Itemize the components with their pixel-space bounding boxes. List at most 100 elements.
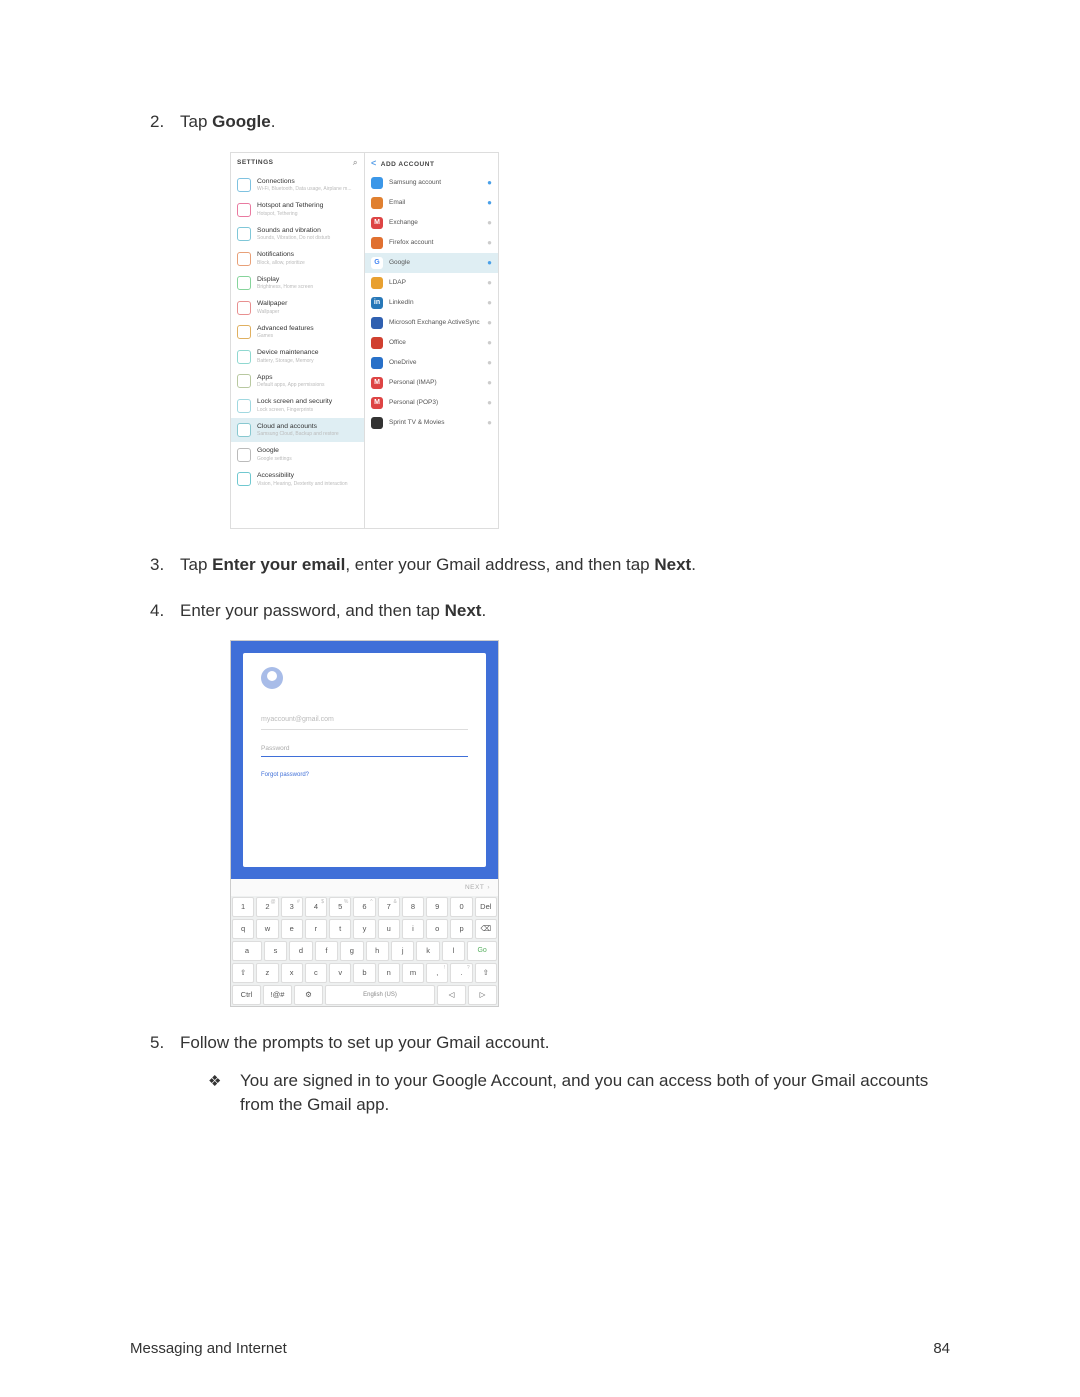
keyboard-key[interactable]: w (256, 919, 278, 939)
keyboard-key[interactable]: ,! (426, 963, 448, 983)
step-text: Enter your password, and then tap Next. (180, 601, 486, 620)
keyboard-key[interactable]: 5% (329, 897, 351, 917)
keyboard-key[interactable]: 4$ (305, 897, 327, 917)
keyboard-key[interactable]: z (256, 963, 278, 983)
account-type-item[interactable]: Office● (365, 333, 498, 353)
account-type-item[interactable]: LDAP● (365, 273, 498, 293)
keyboard-key[interactable]: 7& (378, 897, 400, 917)
keyboard-key[interactable]: 1 (232, 897, 254, 917)
step-3: 3. Tap Enter your email, enter your Gmai… (130, 553, 950, 577)
keyboard-key[interactable]: Del (475, 897, 497, 917)
keyboard-key[interactable]: n (378, 963, 400, 983)
settings-item[interactable]: Device maintenanceBattery, Storage, Memo… (231, 344, 364, 369)
settings-item[interactable]: DisplayBrightness, Home screen (231, 271, 364, 296)
keyboard-key[interactable]: ⇧ (232, 963, 254, 983)
keyboard-key[interactable]: q (232, 919, 254, 939)
keyboard-key[interactable]: u (378, 919, 400, 939)
password-field[interactable]: Password (261, 744, 468, 757)
keyboard-key[interactable]: a (232, 941, 262, 961)
keyboard-key[interactable]: Ctrl (232, 985, 261, 1005)
keyboard-key[interactable]: f (315, 941, 338, 961)
google-signin-card: myaccount@gmail.com Password Forgot pass… (243, 653, 486, 867)
step-text: Follow the prompts to set up your Gmail … (180, 1033, 549, 1052)
google-avatar-icon (261, 667, 283, 689)
keyboard-key[interactable]: 3# (281, 897, 303, 917)
keyboard-key[interactable]: ◁ (437, 985, 466, 1005)
keyboard-key[interactable]: ⇧ (475, 963, 497, 983)
keyboard-key[interactable]: t (329, 919, 351, 939)
settings-item[interactable]: AppsDefault apps, App permissions (231, 369, 364, 394)
account-type-item[interactable]: GGoogle● (365, 253, 498, 273)
keyboard-key[interactable]: r (305, 919, 327, 939)
keyboard-key[interactable]: Go (467, 941, 497, 961)
manual-page: 2. Tap Google. SETTINGS ⌕ ConnectionsWi-… (0, 0, 1080, 1397)
keyboard-key[interactable]: .? (450, 963, 472, 983)
settings-item[interactable]: Advanced featuresGames (231, 320, 364, 345)
keyboard-key[interactable]: g (340, 941, 363, 961)
account-type-item[interactable]: MExchange● (365, 213, 498, 233)
keyboard-key[interactable]: m (402, 963, 424, 983)
account-type-item[interactable]: Firefox account● (365, 233, 498, 253)
keyboard-key[interactable]: !@# (263, 985, 292, 1005)
keyboard-key[interactable]: e (281, 919, 303, 939)
account-type-item[interactable]: MPersonal (IMAP)● (365, 373, 498, 393)
keyboard-key[interactable]: x (281, 963, 303, 983)
settings-item[interactable]: Lock screen and securityLock screen, Fin… (231, 393, 364, 418)
keyboard-key[interactable]: j (391, 941, 414, 961)
keyboard-key[interactable]: English (US) (325, 985, 435, 1005)
account-type-item[interactable]: MPersonal (POP3)● (365, 393, 498, 413)
keyboard-key[interactable]: k (416, 941, 439, 961)
settings-left-pane: SETTINGS ⌕ ConnectionsWi-Fi, Bluetooth, … (231, 153, 365, 528)
account-type-item[interactable]: Microsoft Exchange ActiveSync● (365, 313, 498, 333)
keyboard-key[interactable]: ▷ (468, 985, 497, 1005)
keyboard-key[interactable]: c (305, 963, 327, 983)
google-card-area: myaccount@gmail.com Password Forgot pass… (231, 641, 498, 879)
keyboard-key[interactable]: b (353, 963, 375, 983)
search-icon[interactable]: ⌕ (353, 157, 358, 168)
account-type-item[interactable]: Samsung account● (365, 173, 498, 193)
chevron-right-icon: › (487, 884, 490, 891)
account-type-item[interactable]: OneDrive● (365, 353, 498, 373)
keyboard-key[interactable]: i (402, 919, 424, 939)
keyboard-key[interactable]: y (353, 919, 375, 939)
keyboard-key[interactable]: 2@ (256, 897, 278, 917)
keyboard-key[interactable]: l (442, 941, 465, 961)
settings-item[interactable]: WallpaperWallpaper (231, 295, 364, 320)
keyboard-key[interactable]: v (329, 963, 351, 983)
account-type-item[interactable]: inLinkedIn● (365, 293, 498, 313)
settings-item[interactable]: AccessibilityVision, Hearing, Dexterity … (231, 467, 364, 492)
keyboard-key[interactable]: s (264, 941, 287, 961)
keyboard-key[interactable]: ⚙ (294, 985, 323, 1005)
step-5: 5. Follow the prompts to set up your Gma… (130, 1031, 950, 1116)
add-account-pane: <ADD ACCOUNT Samsung account●Email●MExch… (365, 153, 498, 528)
settings-item[interactable]: Hotspot and TetheringHotspot, Tethering (231, 197, 364, 222)
settings-item[interactable]: ConnectionsWi-Fi, Bluetooth, Data usage,… (231, 173, 364, 198)
account-type-item[interactable]: Email● (365, 193, 498, 213)
keyboard-key[interactable]: ⌫ (475, 919, 497, 939)
back-icon[interactable]: < (371, 158, 377, 168)
step-2: 2. Tap Google. SETTINGS ⌕ ConnectionsWi-… (130, 110, 950, 529)
settings-header: SETTINGS ⌕ (231, 153, 364, 173)
keyboard-key[interactable]: h (366, 941, 389, 961)
keyboard-key[interactable]: 9 (426, 897, 448, 917)
settings-item[interactable]: Cloud and accountsSamsung Cloud, Backup … (231, 418, 364, 443)
keyboard-key[interactable]: d (289, 941, 312, 961)
keyboard-key[interactable]: 6^ (353, 897, 375, 917)
keyboard-key[interactable]: o (426, 919, 448, 939)
step-number: 4. (150, 599, 164, 623)
signed-in-email: myaccount@gmail.com (261, 715, 468, 730)
account-type-item[interactable]: Sprint TV & Movies● (365, 413, 498, 433)
keyboard-key[interactable]: 0 (450, 897, 472, 917)
step-4: 4. Enter your password, and then tap Nex… (130, 599, 950, 1008)
keyboard-key[interactable]: p (450, 919, 472, 939)
keyboard-key[interactable]: 8 (402, 897, 424, 917)
next-bar[interactable]: NEXT› (231, 879, 498, 896)
page-footer: Messaging and Internet 84 (130, 1340, 950, 1357)
settings-item[interactable]: NotificationsBlock, allow, prioritize (231, 246, 364, 271)
settings-item[interactable]: GoogleGoogle settings (231, 442, 364, 467)
settings-item[interactable]: Sounds and vibrationSounds, Vibration, D… (231, 222, 364, 247)
add-account-header: <ADD ACCOUNT (365, 153, 498, 173)
forgot-password-link[interactable]: Forgot password? (261, 771, 468, 779)
step-list: 2. Tap Google. SETTINGS ⌕ ConnectionsWi-… (130, 110, 950, 1117)
step-number: 5. (150, 1031, 164, 1055)
